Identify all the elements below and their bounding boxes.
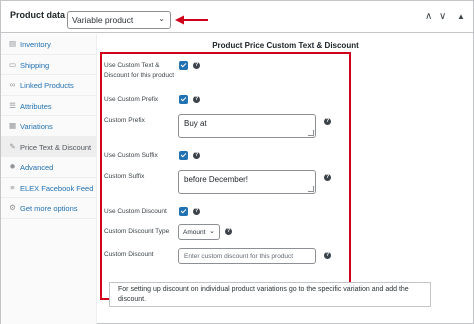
- custom-prefix-value: Buy at: [184, 119, 207, 128]
- product-type-select[interactable]: Variable product ⌄: [67, 11, 171, 29]
- use-custom-text-label: Use Custom Text & Discount for this prod…: [104, 62, 175, 79]
- use-custom-discount-label: Use Custom Discount: [104, 208, 167, 215]
- tab-get-more-options[interactable]: ⚙ Get more options: [1, 198, 96, 219]
- feed-icon: ≡: [10, 182, 15, 192]
- gear-icon: ✹: [9, 162, 16, 171]
- help-icon[interactable]: ?: [193, 208, 200, 215]
- help-icon[interactable]: ?: [193, 96, 200, 103]
- product-data-panel: Product data — Variable product ⌄ ∧ ∨ ▲ …: [0, 0, 474, 324]
- tab-advanced[interactable]: ✹ Advanced: [1, 157, 96, 178]
- variation-discount-notice: For setting up discount on individual pr…: [109, 282, 431, 307]
- custom-discount-input[interactable]: Enter custom discount for this product: [178, 248, 316, 264]
- tab-inventory[interactable]: ▤ Inventory: [1, 34, 96, 55]
- resize-grip-icon[interactable]: [308, 130, 314, 136]
- custom-discount-type-label: Custom Discount Type: [104, 228, 170, 235]
- toggle-panel-icon[interactable]: ▲: [457, 12, 465, 21]
- panel-header: Product data — Variable product ⌄ ∧ ∨ ▲: [1, 1, 473, 33]
- help-icon[interactable]: ?: [193, 62, 200, 69]
- tab-label: Variations: [20, 122, 53, 131]
- use-custom-prefix-label: Use Custom Prefix: [104, 96, 159, 103]
- use-custom-prefix-checkbox[interactable]: [179, 95, 188, 104]
- tab-label: ELEX Facebook Feed: [20, 183, 94, 193]
- red-arrow-icon: [175, 15, 208, 25]
- tab-variations[interactable]: ▦ Variations: [1, 116, 96, 137]
- custom-discount-type-select[interactable]: Amount ⌄: [178, 224, 220, 240]
- inventory-icon: ▤: [8, 39, 17, 48]
- resize-grip-icon[interactable]: [308, 186, 314, 192]
- chevron-down-icon: ⌄: [158, 14, 165, 23]
- use-custom-suffix-label: Use Custom Suffix: [104, 152, 158, 159]
- custom-prefix-label: Custom Prefix: [104, 117, 145, 124]
- plugin-icon: ⚙: [9, 203, 16, 212]
- tab-label: Price Text & Discount: [20, 142, 92, 152]
- tab-attributes[interactable]: ☰ Attributes: [1, 96, 96, 116]
- use-custom-discount-checkbox[interactable]: [179, 207, 188, 216]
- custom-prefix-textarea[interactable]: Buy at: [178, 114, 316, 138]
- custom-suffix-value: before December!: [184, 175, 249, 184]
- tab-elex-facebook-feed[interactable]: ≡ ELEX Facebook Feed: [1, 178, 96, 198]
- help-icon[interactable]: ?: [324, 118, 331, 125]
- grid-icon: ▦: [8, 121, 17, 130]
- custom-suffix-label: Custom Suffix: [104, 173, 145, 180]
- tab-linked-products[interactable]: ∞ Linked Products: [1, 75, 96, 96]
- tab-label: Attributes: [20, 101, 52, 111]
- product-data-tabs: ▤ Inventory ▭ Shipping ∞ Linked Products ☰ A…: [1, 34, 97, 324]
- use-custom-text-checkbox[interactable]: [179, 61, 188, 70]
- tab-label: Advanced: [20, 163, 54, 172]
- tab-label: Linked Products: [20, 81, 74, 90]
- tab-label: Get more options: [20, 204, 78, 213]
- tab-shipping[interactable]: ▭ Shipping: [1, 55, 96, 75]
- panel-title-text: Product data: [10, 10, 66, 20]
- help-icon[interactable]: ?: [225, 228, 232, 235]
- help-icon[interactable]: ?: [324, 252, 331, 259]
- tab-label: Inventory: [20, 40, 51, 49]
- link-icon: ∞: [9, 80, 16, 89]
- move-up-icon[interactable]: ∧: [425, 11, 432, 22]
- tab-label: Shipping: [20, 60, 50, 70]
- product-type-value: Variable product: [72, 15, 134, 25]
- list-icon: ☰: [9, 100, 16, 110]
- use-custom-suffix-checkbox[interactable]: [179, 151, 188, 160]
- section-title: Product Price Custom Text & Discount: [212, 41, 359, 50]
- price-text-discount-panel: Product Price Custom Text & Discount Use…: [98, 34, 473, 324]
- custom-discount-label: Custom Discount: [104, 251, 154, 258]
- custom-suffix-textarea[interactable]: before December!: [178, 170, 316, 194]
- move-down-icon[interactable]: ∨: [439, 11, 446, 22]
- help-icon[interactable]: ?: [193, 152, 200, 159]
- tab-price-text-discount[interactable]: ✎ Price Text & Discount: [1, 136, 96, 157]
- wrench-icon: ✎: [9, 141, 16, 151]
- truck-icon: ▭: [8, 59, 17, 69]
- chevron-down-icon: ⌄: [209, 228, 215, 235]
- help-icon[interactable]: ?: [324, 174, 331, 181]
- custom-discount-type-value: Amount: [183, 229, 206, 236]
